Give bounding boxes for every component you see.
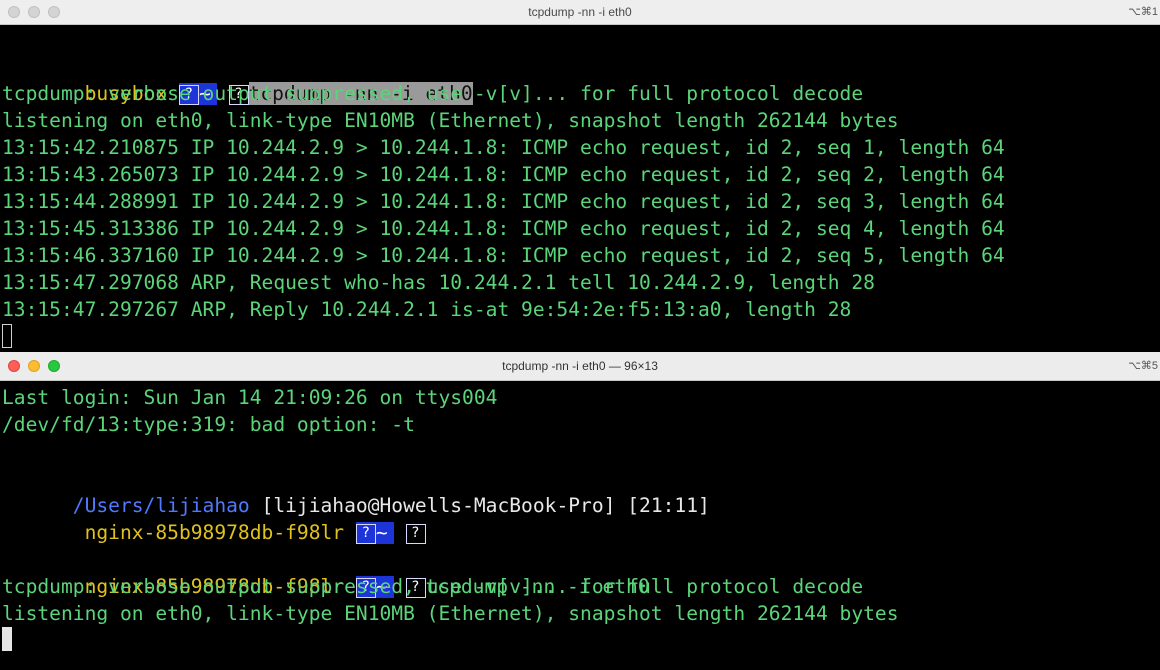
- terminal-window-bottom[interactable]: tcpdump -nn -i eth0 — 96×13 ⌥⌘5 Last log…: [0, 352, 1160, 670]
- error-line: /dev/fd/13:type:319: bad option: -t: [2, 413, 415, 436]
- clock: [21:11]: [627, 494, 710, 517]
- output-line: 13:15:46.337160 IP 10.244.2.9 > 10.244.1…: [2, 244, 1005, 267]
- prompt-path: ~: [375, 521, 388, 544]
- output-line: 13:15:45.313386 IP 10.244.2.9 > 10.244.1…: [2, 217, 1005, 240]
- output-line: 13:15:47.297267 ARP, Reply 10.244.2.1 is…: [2, 298, 852, 321]
- text-cursor: [2, 627, 12, 651]
- terminal-content[interactable]: Last login: Sun Jan 14 21:09:26 on ttys0…: [2, 384, 899, 625]
- output-line: 13:15:43.265073 IP 10.244.2.9 > 10.244.1…: [2, 163, 1005, 186]
- cwd-line: /Users/lijiahao [lijiahao@Howells-MacBoo…: [2, 465, 710, 517]
- window-shortcut: ⌥⌘1: [1128, 6, 1158, 18]
- window-title: tcpdump -nn -i eth0: [528, 5, 632, 19]
- prompt-host: nginx-85b98978db-f98lr: [84, 521, 345, 544]
- terminal-window-top[interactable]: tcpdump -nn -i eth0 ⌥⌘1 busybox ? ~ ? tcpd…: [0, 0, 1160, 352]
- unknown-glyph-icon: ?: [405, 523, 426, 544]
- output-line: listening on eth0, link-type EN10MB (Eth…: [2, 602, 899, 625]
- output-line: tcpdump: verbose output suppressed, use …: [2, 82, 864, 105]
- prompt-line: busybox ? ~ ? tcpdump -nn -i eth0: [2, 53, 473, 105]
- terminal-content[interactable]: busybox ? ~ ? tcpdump -nn -i eth0 tcpdump:…: [2, 53, 1005, 329]
- output-line: tcpdump: verbose output suppressed, use …: [2, 575, 864, 598]
- title-bar[interactable]: tcpdump -nn -i eth0 ⌥⌘1: [0, 0, 1160, 25]
- prompt-line: nginx-85b98978db-f98lr ? ~ ?: [2, 492, 426, 544]
- output-line: 13:15:42.210875 IP 10.244.2.9 > 10.244.1…: [2, 136, 1005, 159]
- last-login-line: Last login: Sun Jan 14 21:09:26 on ttys0…: [2, 386, 498, 409]
- window-title: tcpdump -nn -i eth0 — 96×13: [502, 359, 658, 373]
- output-line: 13:15:47.297068 ARP, Request who-has 10.…: [2, 271, 875, 294]
- prompt-line: nginx-85b98978db-f98lr ? ~ ? tcpdump -nn -…: [2, 546, 650, 598]
- output-line: 13:15:44.288991 IP 10.244.2.9 > 10.244.1…: [2, 190, 1005, 213]
- unknown-glyph-icon: ?: [355, 523, 376, 544]
- window-shortcut: ⌥⌘5: [1128, 360, 1158, 372]
- title-bar[interactable]: tcpdump -nn -i eth0 — 96×13 ⌥⌘5: [0, 352, 1160, 381]
- output-line: listening on eth0, link-type EN10MB (Eth…: [2, 109, 899, 132]
- text-cursor: [2, 324, 12, 348]
- prompt-path-segment: ? ~: [355, 521, 394, 544]
